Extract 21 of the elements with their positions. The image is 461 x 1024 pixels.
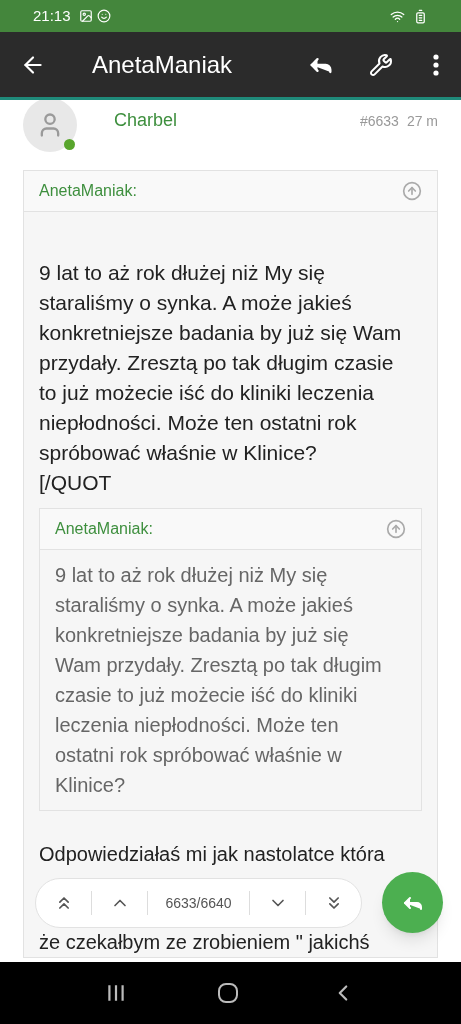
post-position[interactable]: 6633/6640 xyxy=(148,892,249,914)
reply-text: że czekałbym ze zrobieniem " jakichś xyxy=(39,930,371,955)
author-name[interactable]: Charbel xyxy=(114,107,178,134)
more-icon xyxy=(433,53,439,76)
quote-author[interactable]: AnetaManiak: xyxy=(55,517,386,541)
quote-author[interactable]: AnetaManiak: xyxy=(39,179,402,203)
battery-icon xyxy=(413,8,428,24)
post-time: 27 m xyxy=(406,112,438,131)
home-icon xyxy=(216,981,241,1005)
emoji-icon xyxy=(96,9,111,23)
window-title: AnetaManiak xyxy=(92,49,234,80)
wrench-icon xyxy=(369,52,393,77)
image-icon xyxy=(78,9,93,23)
quote-text: 9 lat to aż rok dłużej niż My się staraliśmy o synka. A może jakieś konkretniejsze badania by już się Wam przydały. Zresztą po tak długim czasie to już możecie iść do kliniki leczenia niepłodności. Może ten ostatni rok spróbować właśnie w Klinice? xyxy=(39,260,403,466)
status-time: 21:13 xyxy=(33,5,71,26)
wifi-icon xyxy=(390,8,405,24)
post-number: #6633 xyxy=(359,112,399,131)
nested-quote-text: 9 lat to aż rok dłużej niż My się staraliśmy o synka. A może jakieś konkretniejsze badania by już się Wam przydały. Zresztą po tak długim czasie to już możecie iść do kliniki leczenia niepłodności. Może ten ostatni rok spróbować właśnie w Klinice? xyxy=(54,563,383,798)
home-button[interactable] xyxy=(216,981,241,1005)
reply-text: Odpowiedziałaś mi jak nastolatce która xyxy=(39,842,386,867)
quote-tag-text: [/QUOT xyxy=(39,470,113,496)
